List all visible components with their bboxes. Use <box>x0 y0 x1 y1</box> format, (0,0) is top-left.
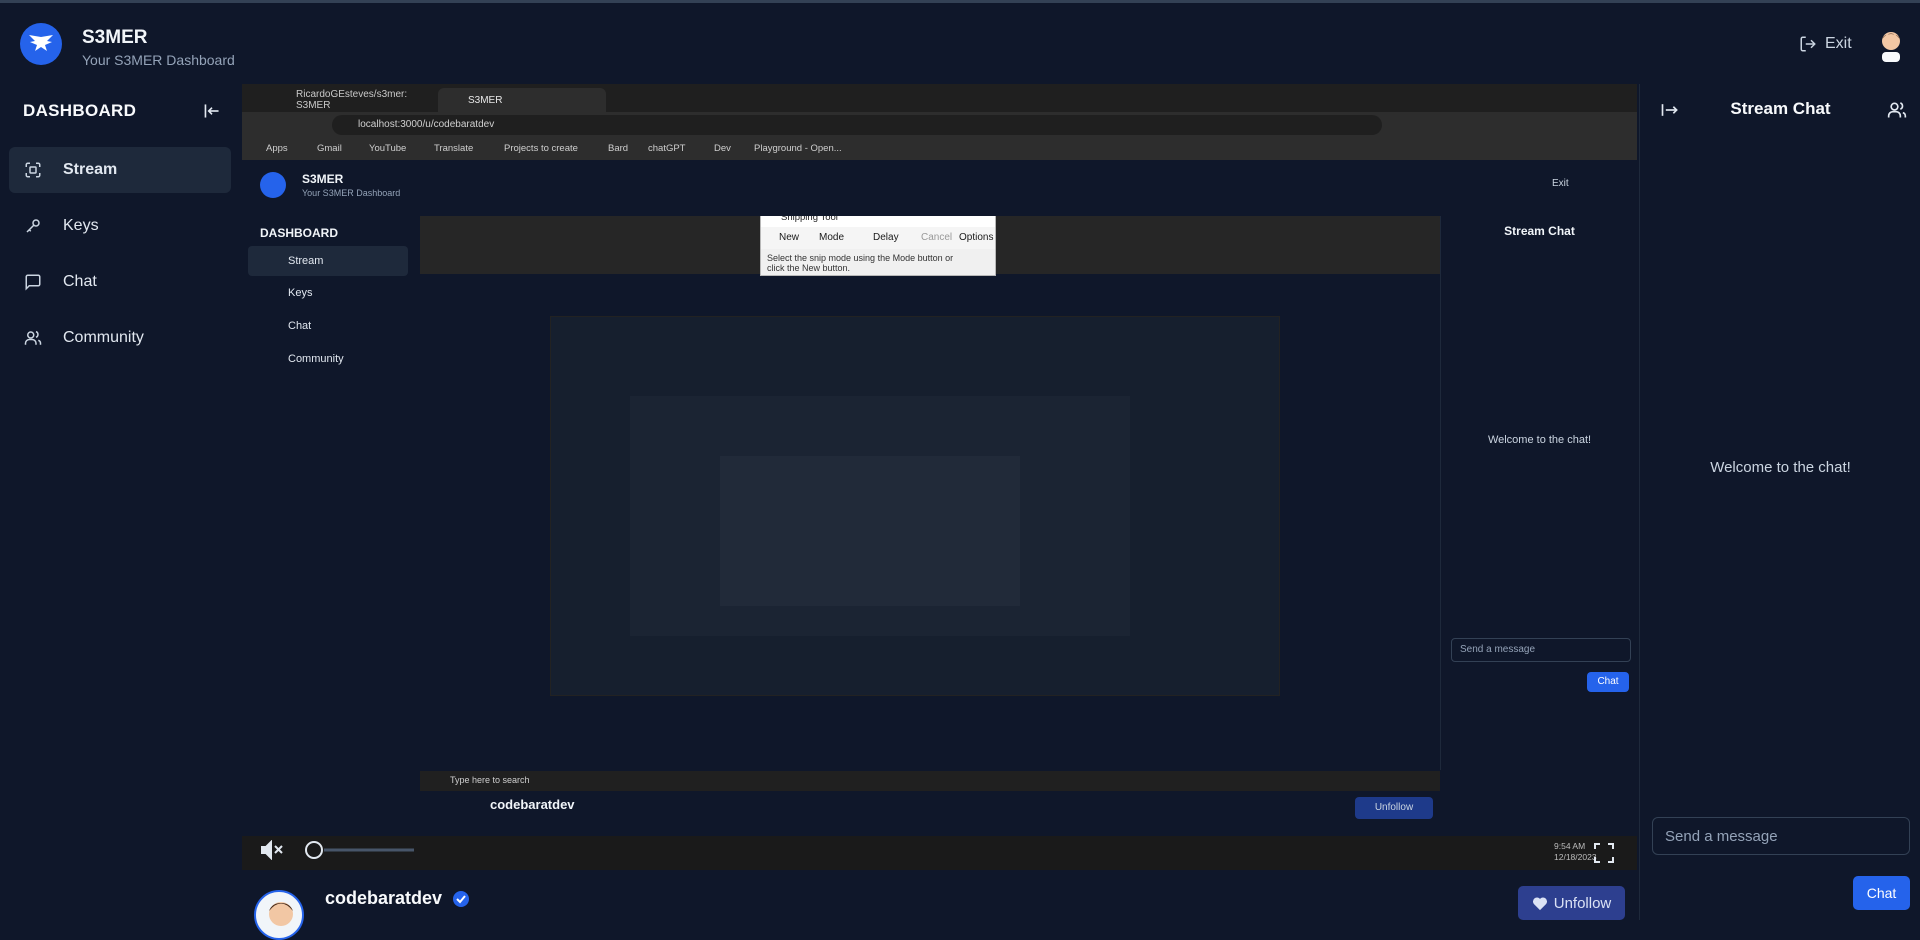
bookmark: Playground - Open... <box>754 143 842 154</box>
tab-label: RicardoGEsteves/s3mer: S3MER <box>296 89 408 111</box>
brand-logo <box>260 172 286 198</box>
streamer-info-bar: codebaratdev Unfollow <box>242 870 1637 940</box>
log-out-icon <box>1800 36 1816 52</box>
top-header: S3MER Your S3MER Dashboard Exit <box>0 3 1920 83</box>
community-toggle-button[interactable] <box>1887 100 1907 120</box>
recursive-screen-capture: Snipping Tool New Mode Delay Cancel Opti… <box>420 216 1440 771</box>
sidebar-item-community: Community <box>288 353 344 365</box>
chat-button: Chat <box>1587 672 1629 692</box>
sidebar-item-chat[interactable]: Chat <box>9 259 231 305</box>
user-avatar[interactable] <box>1874 28 1908 62</box>
chat-title: Stream Chat <box>1730 99 1831 118</box>
chat-input: Send a message <box>1451 638 1631 662</box>
sidebar-item-label: Community <box>63 329 144 346</box>
users-icon <box>24 330 42 345</box>
volume-mute-icon <box>261 839 283 861</box>
snip-cancel: Cancel <box>921 232 953 243</box>
mute-button[interactable] <box>260 839 284 865</box>
browser-tab-strip: RicardoGEsteves/s3mer: S3MER S3MER <box>242 84 1637 112</box>
sidebar-item-label: Keys <box>63 217 99 234</box>
sidebar-item-label: Stream <box>63 161 118 178</box>
captured-taskbar: Type here to search <box>420 771 1440 791</box>
address-bar: localhost:3000/u/codebaratdev <box>332 115 1382 135</box>
sidebar-title: DASHBOARD <box>260 226 338 240</box>
sidebar-item-community[interactable]: Community <box>9 315 231 361</box>
bookmark: Projects to create <box>504 143 578 154</box>
sidebar-item-keys[interactable]: Keys <box>9 203 231 249</box>
captured-chat-panel: Stream Chat Welcome to the chat! Send a … <box>1440 216 1637 770</box>
sidebar-item-label: Chat <box>63 273 97 290</box>
unfollow-label: Unfollow <box>1553 894 1612 912</box>
users-icon <box>1887 102 1907 118</box>
chat-welcome: Welcome to the chat! <box>1487 434 1592 446</box>
bookmark: Dev <box>714 143 731 154</box>
brand-subtitle: Your S3MER Dashboard <box>82 52 235 68</box>
snipping-tool-message: Select the snip mode using the Mode butt… <box>767 253 954 273</box>
snip-options: Options <box>959 232 994 243</box>
slider-knob-icon <box>305 841 414 859</box>
streamer-name: codebaratdev <box>325 888 443 908</box>
taskbar-clock: 9:54 AM 12/18/2023 <box>1554 841 1597 863</box>
streamer-avatar[interactable] <box>254 890 304 940</box>
sidebar-item-keys: Keys <box>288 287 313 299</box>
browser-tab: RicardoGEsteves/s3mer: S3MER <box>266 88 436 112</box>
snip-delay: Delay <box>873 232 899 243</box>
bookmark: chatGPT <box>648 143 686 154</box>
chat-message-input[interactable] <box>1652 817 1910 855</box>
avatar-icon <box>269 902 293 926</box>
fullscreen-icon <box>25 162 41 178</box>
brand-logo[interactable] <box>20 23 62 65</box>
brand-title: S3MER <box>302 172 344 186</box>
chat-welcome-message: Welcome to the chat! <box>1710 459 1851 476</box>
bookmark: Gmail <box>317 143 342 154</box>
sidebar-item-stream[interactable]: Stream <box>9 147 231 193</box>
captured-dashboard: S3MER Your S3MER Dashboard Exit DASHBOAR… <box>242 160 1637 870</box>
bookmark: Bard <box>608 143 629 154</box>
bookmark: YouTube <box>369 143 407 154</box>
snip-new: New <box>779 232 800 243</box>
stream-video-player[interactable]: RicardoGEsteves/s3mer: S3MER S3MER local… <box>242 84 1637 870</box>
taskbar-date: 12/18/2023 <box>1554 852 1597 862</box>
snip-mode: Mode <box>819 232 845 243</box>
unfollow-button: Unfollow <box>1355 797 1433 819</box>
avatar-icon <box>1882 32 1900 62</box>
fullscreen-button[interactable] <box>1592 841 1616 865</box>
arrow-left-to-line-icon <box>204 104 219 118</box>
bookmark: Apps <box>266 143 288 154</box>
brand-subtitle: Your S3MER Dashboard <box>302 188 401 198</box>
exit-label: Exit <box>1825 35 1852 52</box>
collapse-sidebar-button[interactable] <box>202 102 222 120</box>
unfollow-button[interactable]: Unfollow <box>1518 886 1625 920</box>
streamer-name: codebaratdev <box>490 797 575 812</box>
eagle-icon <box>29 35 53 51</box>
sidebar-item-chat: Chat <box>288 320 312 332</box>
snipping-tool-window: Snipping Tool New Mode Delay Cancel Opti… <box>760 216 996 276</box>
bookmark: Translate <box>434 143 474 154</box>
chat-title: Stream Chat <box>1504 224 1575 238</box>
tab-label: S3MER <box>468 94 503 106</box>
browser-tab-active: S3MER <box>438 88 606 112</box>
message-square-icon <box>25 274 41 291</box>
chat-send-button[interactable]: Chat <box>1853 876 1910 910</box>
maximize-icon <box>1594 843 1614 863</box>
bookmarks-bar: Apps Gmail YouTube Translate Projects to… <box>242 138 1637 160</box>
sidebar-item-stream: Stream <box>248 246 408 276</box>
taskbar-time: 9:54 AM <box>1554 841 1586 851</box>
stream-chat-panel: Stream Chat Welcome to the chat! Chat <box>1639 84 1920 920</box>
nested-capture-level-5 <box>720 456 1020 606</box>
taskbar-search: Type here to search <box>450 775 530 785</box>
snipping-tool-toolbar: New Mode Delay Cancel Options <box>761 227 995 249</box>
key-icon <box>26 219 40 233</box>
verified-badge-icon <box>452 890 470 908</box>
volume-slider[interactable] <box>304 840 424 860</box>
browser-toolbar: localhost:3000/u/codebaratdev <box>242 112 1637 138</box>
video-taskbar-overlay: 9:54 AM 12/18/2023 <box>242 836 1637 870</box>
heart-icon <box>1532 896 1547 910</box>
brand-title: S3MER <box>82 27 148 48</box>
sidebar-title: DASHBOARD <box>23 101 137 120</box>
exit-label: Exit <box>1552 178 1569 189</box>
exit-button[interactable]: Exit <box>1799 35 1852 53</box>
snipping-tool-title: Snipping Tool <box>761 216 995 227</box>
